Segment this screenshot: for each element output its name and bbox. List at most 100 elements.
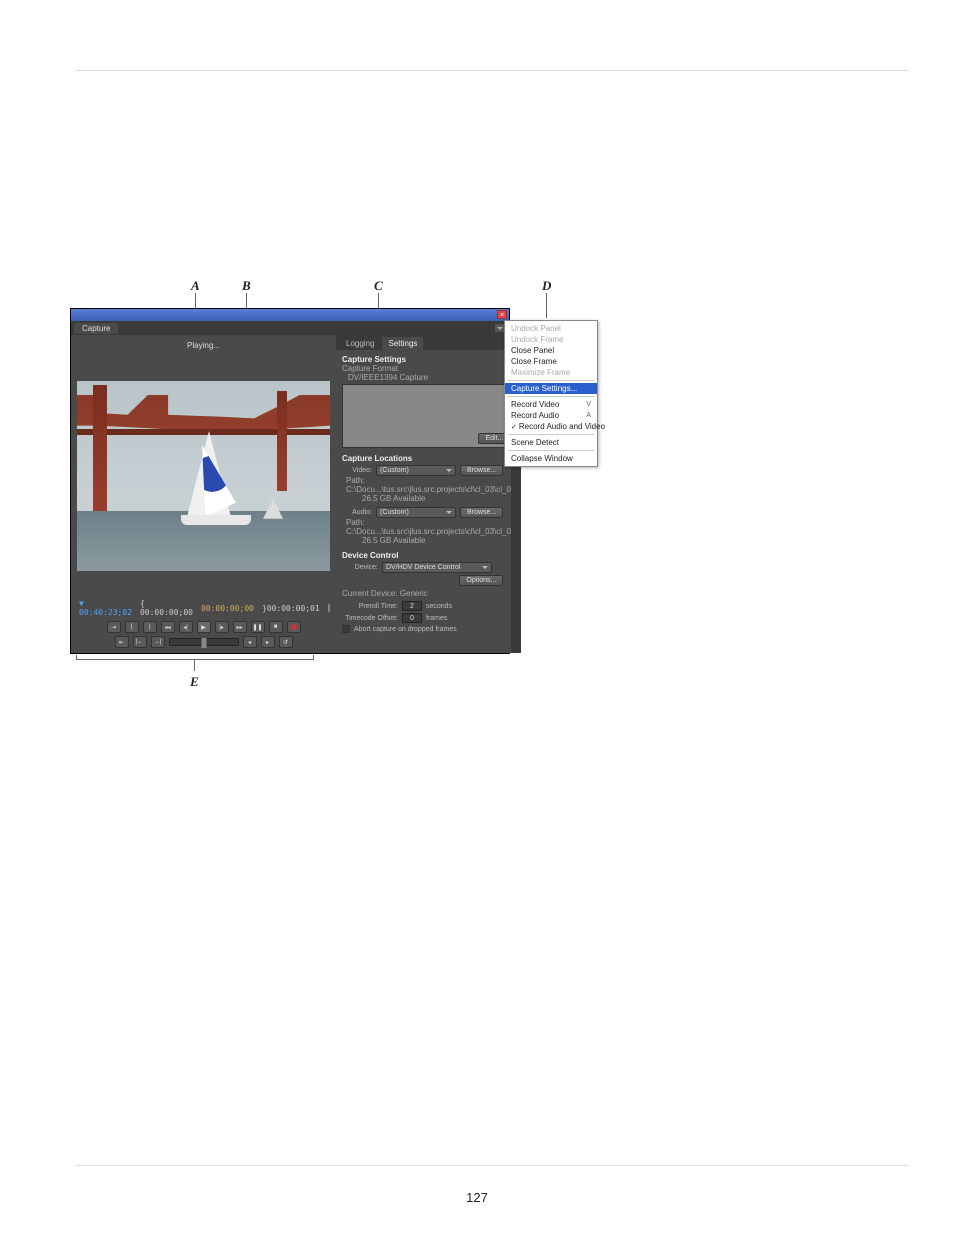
abort-row: Abort capture on dropped frames xyxy=(342,625,515,633)
device-label: Device: xyxy=(342,564,378,571)
record-button[interactable] xyxy=(287,621,301,633)
menu-close-frame[interactable]: Close Frame xyxy=(505,356,597,367)
brace-e-right xyxy=(313,655,314,660)
menu-sep-1 xyxy=(508,380,594,381)
prev-scene-button[interactable]: ⇤ xyxy=(115,636,129,648)
panel-menu: Undock Panel Undock Frame Close Panel Cl… xyxy=(504,320,598,467)
position-timecode[interactable]: ▼ 00:40:23;02 xyxy=(79,599,132,617)
menu-record-audio[interactable]: Record AudioA xyxy=(505,410,597,421)
offset-row: Timecode Offset: 0 frames xyxy=(342,613,515,623)
close-icon[interactable]: × xyxy=(497,310,507,319)
current-device: Current Device: Generic xyxy=(342,589,515,598)
go-out-button[interactable]: →| xyxy=(151,636,165,648)
settings-body: Capture Settings Capture Format DV/IEEE1… xyxy=(336,350,521,653)
menu-maximize-frame: Maximize Frame xyxy=(505,367,597,378)
menu-sep-4 xyxy=(508,450,594,451)
page-rule-bottom xyxy=(75,1165,909,1166)
menu-collapse-window[interactable]: Collapse Window xyxy=(505,453,597,464)
leader-d xyxy=(546,293,547,318)
preview-monitor xyxy=(77,381,330,571)
abort-checkbox[interactable] xyxy=(342,625,350,633)
capture-settings-box: Edit... xyxy=(342,384,515,448)
label-b: B xyxy=(242,278,251,294)
video-browse-button[interactable]: Browse... xyxy=(460,465,503,476)
settings-column: Logging Settings Capture Settings Captur… xyxy=(336,335,521,653)
window-titlebar: × xyxy=(71,309,509,321)
abort-label: Abort capture on dropped frames xyxy=(354,626,457,633)
fast-fwd-button[interactable]: ▸▸ xyxy=(233,621,247,633)
preview-hull xyxy=(181,515,251,525)
menu-record-av[interactable]: Record Audio and Video xyxy=(505,421,597,432)
set-in-button[interactable]: { xyxy=(125,621,139,633)
menu-undock-frame: Undock Frame xyxy=(505,334,597,345)
preroll-unit: seconds xyxy=(426,603,452,610)
stop-button[interactable]: ■ xyxy=(269,621,283,633)
menu-sep-2 xyxy=(508,396,594,397)
duration-timecode[interactable]: 00:00:00;00 xyxy=(201,604,254,613)
menu-record-video[interactable]: Record VideoV xyxy=(505,399,597,410)
offset-unit: frames xyxy=(426,615,447,622)
status-text: Playing... xyxy=(187,341,220,350)
audio-location-row: Audio: (Custom) Browse... xyxy=(342,507,515,518)
label-e: E xyxy=(190,674,199,690)
preview-column: Playing... ▼ 00:40:23;02 { 00:00 xyxy=(71,335,336,653)
preview-tower-right xyxy=(277,391,287,491)
video-available: 26.5 GB Available xyxy=(342,494,515,503)
shuttle-left-button[interactable]: ◂ xyxy=(243,636,257,648)
rewind-button[interactable]: ◂◂ xyxy=(161,621,175,633)
pause-button[interactable]: ❚❚ xyxy=(251,621,265,633)
label-d: D xyxy=(542,278,551,294)
play-button[interactable]: ▶ xyxy=(197,621,211,633)
capture-format-label: Capture Format xyxy=(342,364,515,373)
offset-input[interactable]: 0 xyxy=(402,613,422,623)
options-row: Options... xyxy=(342,575,515,586)
menu-undock-panel: Undock Panel xyxy=(505,323,597,334)
menu-scene-detect[interactable]: Scene Detect xyxy=(505,437,597,448)
video-location-row: Video: (Custom) Browse... xyxy=(342,465,515,476)
subtabs: Logging Settings xyxy=(336,335,521,350)
preview-tower-left xyxy=(93,385,107,515)
section-capture-settings: Capture Settings xyxy=(342,355,515,364)
in-timecode[interactable]: { 00:00:00;00 xyxy=(140,599,193,617)
check-icon xyxy=(511,422,519,431)
step-fwd-button[interactable]: |▸ xyxy=(215,621,229,633)
shuttle-right-button[interactable]: ▸ xyxy=(261,636,275,648)
section-device-control: Device Control xyxy=(342,551,515,560)
next-scene-button[interactable]: ⇥ xyxy=(107,621,121,633)
audio-location-dropdown[interactable]: (Custom) xyxy=(376,507,456,518)
audio-available: 26.5 GB Available xyxy=(342,536,515,545)
tab-logging[interactable]: Logging xyxy=(340,337,380,350)
capture-format-value: DV/IEEE1394 Capture xyxy=(342,373,515,382)
menu-close-panel[interactable]: Close Panel xyxy=(505,345,597,356)
audio-browse-button[interactable]: Browse... xyxy=(460,507,503,518)
capture-panel: × Capture Playing... xyxy=(70,308,510,654)
menu-sep-3 xyxy=(508,434,594,435)
jog-controls: ⇤ |← →| ◂ ▸ ↺ xyxy=(77,636,330,648)
menu-capture-settings[interactable]: Capture Settings... xyxy=(505,383,597,394)
tab-capture[interactable]: Capture xyxy=(74,323,118,334)
brace-e-mid xyxy=(194,659,195,671)
device-options-button[interactable]: Options... xyxy=(459,575,503,586)
page-number: 127 xyxy=(0,1190,954,1205)
preroll-input[interactable]: 2 xyxy=(402,601,422,611)
video-location-dropdown[interactable]: (Custom) xyxy=(376,465,456,476)
step-back-button[interactable]: ◂| xyxy=(179,621,193,633)
section-capture-locations: Capture Locations xyxy=(342,454,515,463)
audio-label: Audio: xyxy=(342,509,372,516)
panel-tabrow: Capture xyxy=(71,321,509,335)
tab-settings[interactable]: Settings xyxy=(382,337,423,350)
video-path: Path: C:\Docu...\tus.src\jlus.src.projec… xyxy=(342,476,515,494)
go-in-button[interactable]: |← xyxy=(133,636,147,648)
set-out-button[interactable]: } xyxy=(143,621,157,633)
timecode-row: ▼ 00:40:23;02 { 00:00:00;00 00:00:00;00 … xyxy=(77,599,330,617)
out-timecode[interactable]: }00:00:00;01 xyxy=(262,604,320,613)
video-label: Video: xyxy=(342,467,372,474)
device-row: Device: DV/HDV Device Control xyxy=(342,562,515,573)
page-rule-top xyxy=(75,70,909,71)
slow-button[interactable]: ↺ xyxy=(279,636,293,648)
panel-body: Playing... ▼ 00:40:23;02 { 00:00 xyxy=(71,335,509,653)
device-dropdown[interactable]: DV/HDV Device Control xyxy=(382,562,492,573)
audio-path: Path: C:\Docu...\tus.src\jlus.src.projec… xyxy=(342,518,515,536)
jog-slider[interactable] xyxy=(169,638,239,646)
settings-icon[interactable] xyxy=(328,603,330,613)
